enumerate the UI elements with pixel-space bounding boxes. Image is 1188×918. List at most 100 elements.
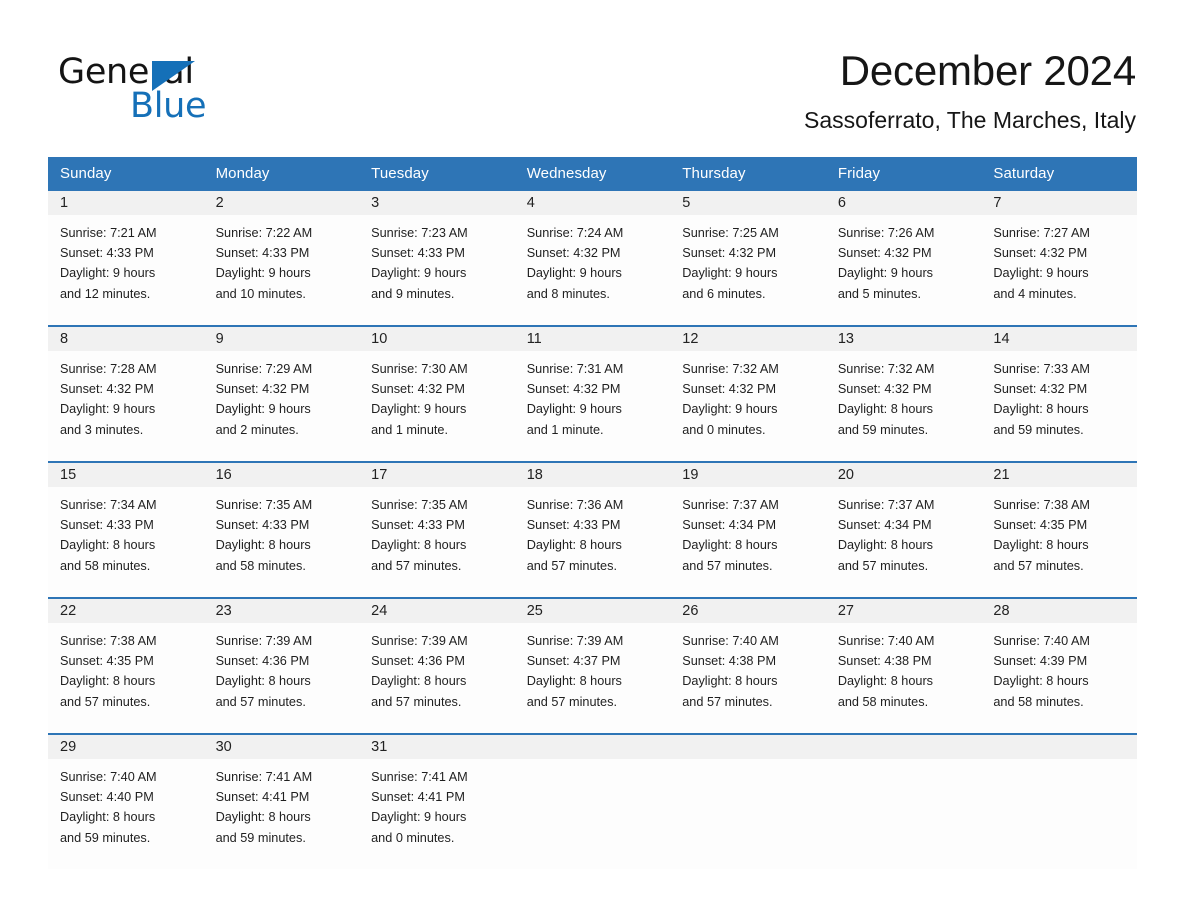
daylight-text-line1: Daylight: 8 hours [215,674,311,689]
sunset-text: Sunset: 4:37 PM [526,654,621,669]
day-number[interactable]: 1 [48,191,204,215]
day-number[interactable]: 3 [359,191,515,215]
day-number[interactable]: 25 [515,599,671,623]
day-cell[interactable]: Sunrise: 7:35 AM Sunset: 4:33 PM Dayligh… [359,487,515,597]
day-cell[interactable]: Sunrise: 7:21 AM Sunset: 4:33 PM Dayligh… [48,215,204,325]
daylight-text-line1: Daylight: 8 hours [837,402,934,417]
daylight-text-line1: Daylight: 8 hours [371,674,467,689]
daylight-text-line1: Daylight: 8 hours [60,538,156,553]
daylight-text-line1: Daylight: 8 hours [993,538,1089,553]
day-cell[interactable]: Sunrise: 7:30 AM Sunset: 4:32 PM Dayligh… [359,351,515,461]
day-cell[interactable]: Sunrise: 7:37 AM Sunset: 4:34 PM Dayligh… [670,487,826,597]
day-cell[interactable]: Sunrise: 7:22 AM Sunset: 4:33 PM Dayligh… [204,215,360,325]
day-number[interactable]: 12 [670,327,826,351]
day-cell[interactable]: Sunrise: 7:38 AM Sunset: 4:35 PM Dayligh… [48,623,204,733]
day-number[interactable]: 28 [981,599,1137,623]
sunrise-text: Sunrise: 7:31 AM [526,362,624,376]
day-cell[interactable]: Sunrise: 7:26 AM Sunset: 4:32 PM Dayligh… [826,215,982,325]
day-number[interactable]: 24 [359,599,515,623]
daylight-text-line1: Daylight: 9 hours [215,266,311,281]
weekday-header-saturday: Saturday [993,165,1055,182]
day-number[interactable]: 31 [359,735,515,759]
weekday-header-tuesday: Tuesday [371,165,429,182]
week-row: 8 9 10 11 12 13 14 Sunrise: 7:28 AM Suns… [48,325,1137,461]
day-number[interactable]: 15 [48,463,204,487]
day-number-empty [670,735,826,759]
day-number[interactable]: 19 [670,463,826,487]
day-number[interactable]: 11 [515,327,671,351]
daylight-text-line1: Daylight: 9 hours [60,402,156,417]
day-number[interactable]: 26 [670,599,826,623]
day-number[interactable]: 5 [670,191,826,215]
day-number[interactable]: 16 [204,463,360,487]
day-cell[interactable]: Sunrise: 7:39 AM Sunset: 4:36 PM Dayligh… [204,623,360,733]
daylight-text-line1: Daylight: 9 hours [682,266,778,281]
day-cell[interactable]: Sunrise: 7:38 AM Sunset: 4:35 PM Dayligh… [981,487,1137,597]
day-cell[interactable]: Sunrise: 7:28 AM Sunset: 4:32 PM Dayligh… [48,351,204,461]
day-number[interactable]: 29 [48,735,204,759]
day-number[interactable]: 22 [48,599,204,623]
daylight-text-line2: and 58 minutes. [837,694,929,709]
day-number[interactable]: 21 [981,463,1137,487]
day-number[interactable]: 6 [826,191,982,215]
day-cell[interactable]: Sunrise: 7:40 AM Sunset: 4:40 PM Dayligh… [48,759,204,869]
day-cell[interactable]: Sunrise: 7:23 AM Sunset: 4:33 PM Dayligh… [359,215,515,325]
sunrise-text: Sunrise: 7:40 AM [993,634,1090,648]
sunset-text: Sunset: 4:33 PM [526,518,621,533]
day-number[interactable]: 27 [826,599,982,623]
day-cell[interactable]: Sunrise: 7:40 AM Sunset: 4:38 PM Dayligh… [670,623,826,733]
daylight-text-line1: Daylight: 8 hours [682,674,778,689]
day-number[interactable]: 9 [204,327,360,351]
day-cell[interactable]: Sunrise: 7:37 AM Sunset: 4:34 PM Dayligh… [826,487,982,597]
day-cell[interactable]: Sunrise: 7:40 AM Sunset: 4:39 PM Dayligh… [981,623,1137,733]
sunrise-text: Sunrise: 7:22 AM [215,226,313,240]
sunrise-text: Sunrise: 7:40 AM [837,634,935,648]
day-number[interactable]: 20 [826,463,982,487]
day-cell[interactable]: Sunrise: 7:24 AM Sunset: 4:32 PM Dayligh… [515,215,671,325]
sunset-text: Sunset: 4:39 PM [993,654,1088,669]
day-cell[interactable]: Sunrise: 7:25 AM Sunset: 4:32 PM Dayligh… [670,215,826,325]
day-cell[interactable]: Sunrise: 7:32 AM Sunset: 4:32 PM Dayligh… [826,351,982,461]
sunset-text: Sunset: 4:32 PM [215,382,310,397]
day-number-empty [515,735,671,759]
daylight-text-line1: Daylight: 9 hours [215,402,311,417]
day-cell[interactable]: Sunrise: 7:27 AM Sunset: 4:32 PM Dayligh… [981,215,1137,325]
day-cell[interactable]: Sunrise: 7:41 AM Sunset: 4:41 PM Dayligh… [359,759,515,869]
sunrise-text: Sunrise: 7:35 AM [371,498,468,512]
sunset-text: Sunset: 4:35 PM [993,518,1088,533]
day-cell[interactable]: Sunrise: 7:35 AM Sunset: 4:33 PM Dayligh… [204,487,360,597]
day-cell[interactable]: Sunrise: 7:39 AM Sunset: 4:37 PM Dayligh… [515,623,671,733]
day-cell[interactable]: Sunrise: 7:32 AM Sunset: 4:32 PM Dayligh… [670,351,826,461]
day-number[interactable]: 2 [204,191,360,215]
day-detail-band: Sunrise: 7:40 AM Sunset: 4:40 PM Dayligh… [48,759,1137,869]
page-header: General Blue December 2024 Sassoferrato,… [0,0,1188,152]
day-cell[interactable]: Sunrise: 7:29 AM Sunset: 4:32 PM Dayligh… [204,351,360,461]
sunset-text: Sunset: 4:33 PM [60,518,154,533]
day-cell[interactable]: Sunrise: 7:41 AM Sunset: 4:41 PM Dayligh… [204,759,360,869]
day-number[interactable]: 10 [359,327,515,351]
day-number[interactable]: 7 [981,191,1137,215]
day-cell[interactable]: Sunrise: 7:34 AM Sunset: 4:33 PM Dayligh… [48,487,204,597]
day-number[interactable]: 23 [204,599,360,623]
weekday-header-wednesday: Wednesday [526,165,607,182]
sunrise-text: Sunrise: 7:40 AM [60,770,157,784]
day-detail-band: Sunrise: 7:28 AM Sunset: 4:32 PM Dayligh… [48,351,1137,461]
sunset-text: Sunset: 4:41 PM [215,790,310,805]
day-cell[interactable]: Sunrise: 7:36 AM Sunset: 4:33 PM Dayligh… [515,487,671,597]
day-number[interactable]: 17 [359,463,515,487]
day-cell[interactable]: Sunrise: 7:40 AM Sunset: 4:38 PM Dayligh… [826,623,982,733]
day-number[interactable]: 30 [204,735,360,759]
sunrise-text: Sunrise: 7:30 AM [371,362,468,376]
day-cell[interactable]: Sunrise: 7:31 AM Sunset: 4:32 PM Dayligh… [515,351,671,461]
daylight-text-line1: Daylight: 9 hours [682,402,778,417]
daylight-text-line1: Daylight: 9 hours [526,266,622,281]
day-number[interactable]: 14 [981,327,1137,351]
day-number[interactable]: 18 [515,463,671,487]
day-number[interactable]: 13 [826,327,982,351]
day-cell[interactable]: Sunrise: 7:33 AM Sunset: 4:32 PM Dayligh… [981,351,1137,461]
day-number[interactable]: 8 [48,327,204,351]
sunset-text: Sunset: 4:33 PM [371,518,465,533]
daylight-text-line1: Daylight: 8 hours [60,674,156,689]
day-cell[interactable]: Sunrise: 7:39 AM Sunset: 4:36 PM Dayligh… [359,623,515,733]
day-number[interactable]: 4 [515,191,671,215]
